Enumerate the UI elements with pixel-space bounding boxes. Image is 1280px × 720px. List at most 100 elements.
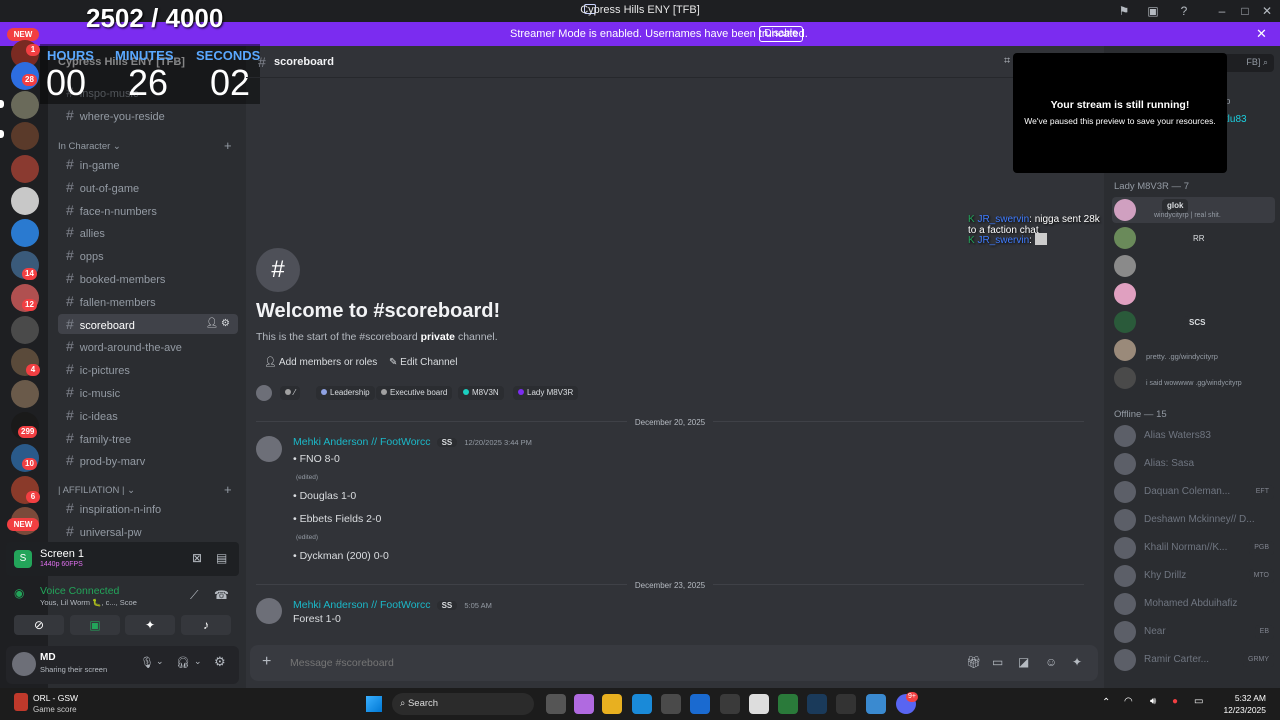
channel-settings-icon[interactable]: 👤︎ ⚙ [206, 314, 230, 334]
chevron-down-icon[interactable]: ⌄ [194, 656, 202, 667]
battery-icon[interactable]: ▭ [1194, 696, 1203, 707]
guild-tag[interactable]: SS [436, 601, 458, 610]
app-icon[interactable] [836, 694, 856, 714]
emoji-icon[interactable]: ☺ [1045, 655, 1057, 669]
member-row[interactable] [1114, 253, 1274, 279]
category-affiliation[interactable]: | AFFILIATION | ⌄ [58, 485, 135, 496]
server-icon[interactable] [11, 122, 39, 150]
screen-share-icon[interactable]: ▣ [1145, 3, 1161, 19]
mic-tray-icon[interactable]: ● [1172, 696, 1178, 707]
sidebar-item-word-around-the-ave[interactable]: # word-around-the-ave [58, 336, 238, 356]
member-row[interactable]: Mohamed Abduihafiz [1114, 591, 1274, 617]
steam-icon[interactable] [807, 694, 827, 714]
share-screen-button[interactable]: ▣ [70, 615, 120, 635]
channel-where-you-reside[interactable]: # where-you-reside [58, 105, 238, 125]
member-row[interactable] [1114, 281, 1274, 307]
gear-icon[interactable]: ⚙ [214, 654, 226, 670]
upload-plus-icon[interactable]: + [262, 653, 271, 671]
stop-stream-icon[interactable]: ⊠ [192, 551, 202, 565]
server-icon[interactable] [11, 219, 39, 247]
edit-channel-button[interactable]: ✎ Edit Channel [381, 353, 465, 373]
gif-icon[interactable]: ▭ [992, 655, 1003, 669]
threads-icon[interactable]: ⌗ [1004, 55, 1010, 68]
member-row[interactable]: Alias Waters83 [1114, 423, 1274, 449]
voice-status[interactable]: Voice Connected [40, 585, 119, 597]
message-input[interactable] [290, 653, 890, 673]
soundboard-button[interactable]: ♪ [181, 615, 231, 635]
clock-date[interactable]: 12/23/2025 [1212, 705, 1266, 715]
sidebar-item-face-n-numbers[interactable]: # face-n-numbers [58, 200, 238, 220]
sidebar-item-family-tree[interactable]: # family-tree [58, 428, 238, 448]
member-row[interactable]: Near EB [1114, 619, 1274, 645]
server-icon[interactable] [11, 91, 39, 119]
sidebar-item-booked-members[interactable]: # booked-members [58, 268, 238, 288]
add-members-button[interactable]: 👤︎ Add members or roles [256, 353, 385, 373]
activities-button[interactable]: ✦ [125, 615, 175, 635]
sidebar-item-ic-ideas[interactable]: # ic-ideas [58, 405, 238, 425]
member-row[interactable]: Deshawn Mckinney// D... [1114, 507, 1274, 533]
help-icon[interactable]: ? [1176, 3, 1192, 19]
widget-title[interactable]: ORL - GSW [33, 693, 78, 703]
avatar[interactable] [12, 652, 36, 676]
xbox-icon[interactable] [778, 694, 798, 714]
message-author[interactable]: Mehki Anderson // FootWorcc [293, 599, 431, 611]
inbox-flag-icon[interactable]: ⚑ [1116, 3, 1132, 19]
maximize-icon[interactable]: □ [1237, 3, 1253, 19]
role-tag[interactable]: Lady M8V3R [513, 386, 579, 400]
taskbar-search[interactable]: ⌕ Search [392, 693, 534, 715]
server-icon[interactable] [11, 155, 39, 183]
member-row[interactable]: Daquan Coleman... EFT [1114, 479, 1274, 505]
camera-off-button[interactable]: ⊘ [14, 615, 64, 635]
microphone-icon[interactable]: 🎙︎ [140, 656, 154, 669]
noise-suppression-icon[interactable]: ⟋ [190, 588, 198, 603]
notepad-icon[interactable] [866, 694, 886, 714]
avatar[interactable] [256, 598, 282, 624]
category-in-character[interactable]: In Character ⌄ [58, 141, 121, 152]
server-icon[interactable] [11, 316, 39, 344]
message-author[interactable]: Mehki Anderson // FootWorcc [293, 436, 431, 448]
sidebar-item-ic-pictures[interactable]: # ic-pictures [58, 359, 238, 379]
guild-tag[interactable]: SS [436, 438, 458, 447]
task-view-icon[interactable] [546, 694, 566, 714]
sidebar-item-inspiration-n-info[interactable]: # inspiration-n-info [58, 498, 238, 518]
stream-settings-icon[interactable]: ▤ [216, 551, 227, 565]
server-icon[interactable] [11, 380, 39, 408]
sidebar-item-out-of-game[interactable]: # out-of-game [58, 177, 238, 197]
chevron-down-icon[interactable]: ⌄ [156, 656, 164, 667]
member-row[interactable]: i said wowwww .gg/windycityrp [1114, 365, 1274, 391]
gift-icon[interactable]: 🎁︎ [966, 655, 981, 669]
windows-start-icon[interactable] [366, 696, 382, 712]
clock-time[interactable]: 5:32 AM [1222, 693, 1266, 703]
copilot-icon[interactable] [574, 694, 594, 714]
sidebar-item-scoreboard[interactable]: # scoreboard 👤︎ ⚙ [58, 313, 238, 334]
avatar[interactable] [256, 436, 282, 462]
chrome-icon[interactable] [749, 694, 769, 714]
edge-icon[interactable] [632, 694, 652, 714]
member-row[interactable]: SCS [1114, 309, 1274, 335]
create-channel-icon[interactable]: + [224, 138, 232, 153]
store-icon[interactable] [661, 694, 681, 714]
sidebar-item-universal-pw[interactable]: # universal-pw [58, 521, 238, 541]
disconnect-icon[interactable]: ☎ [214, 588, 229, 602]
member-row[interactable]: Khalil Norman//K... PGB [1114, 535, 1274, 561]
member-chip[interactable]: ⁄ [280, 386, 301, 400]
sidebar-item-in-game[interactable]: # in-game [58, 154, 238, 174]
file-explorer-icon[interactable] [602, 694, 622, 714]
close-window-icon[interactable]: ✕ [1259, 3, 1275, 19]
role-tag[interactable]: M8V3N [458, 386, 504, 400]
minimize-icon[interactable]: – [1214, 3, 1230, 19]
create-channel-icon[interactable]: + [224, 482, 232, 497]
stream-preview-card[interactable]: S Screen 1 1440p 60FPS ⊠ ▤ [6, 542, 239, 576]
apps-icon[interactable]: ✦ [1072, 655, 1082, 669]
sidebar-item-allies[interactable]: # allies [58, 222, 238, 242]
weather-widget-icon[interactable] [14, 693, 28, 711]
obs-icon[interactable] [720, 694, 740, 714]
sidebar-item-ic-music[interactable]: # ic-music [58, 382, 238, 402]
server-icon[interactable] [11, 187, 39, 215]
role-tag[interactable]: Leadership [316, 386, 375, 400]
member-row[interactable]: pretty. .gg/windycityrp [1114, 337, 1274, 363]
sidebar-item-fallen-members[interactable]: # fallen-members [58, 291, 238, 311]
tray-chevron-icon[interactable]: ⌃ [1102, 697, 1110, 708]
sticker-icon[interactable]: ◪ [1018, 655, 1029, 669]
wifi-icon[interactable]: ◠ [1124, 696, 1133, 707]
